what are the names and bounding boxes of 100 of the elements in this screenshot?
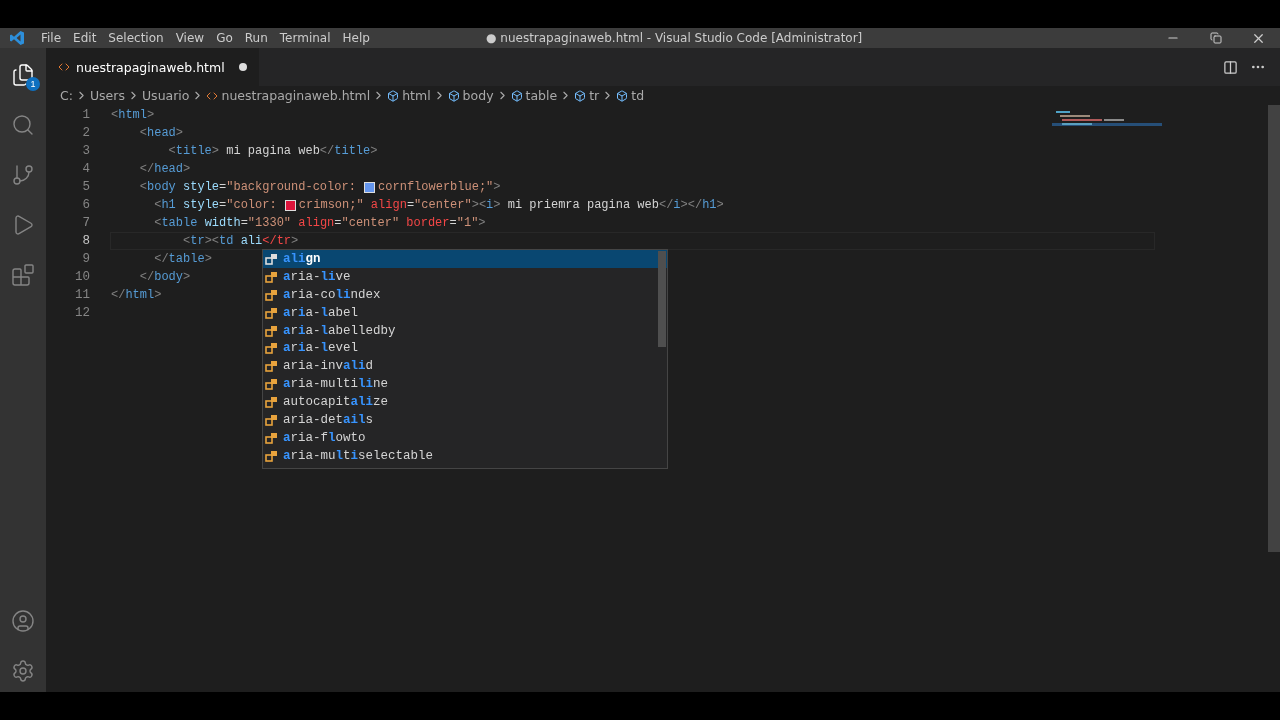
source-control-button[interactable]	[10, 162, 36, 188]
code-token: </	[138, 269, 155, 286]
menu-item[interactable]: Go	[210, 31, 239, 45]
app-logo-icon	[9, 30, 25, 46]
breadcrumb[interactable]: body	[447, 88, 494, 103]
suggestion-item[interactable]: aria-invalid	[263, 357, 667, 376]
tab-label: nuestrapaginaweb.html	[76, 59, 225, 75]
extensions-button[interactable]	[10, 262, 36, 288]
code-token: </	[319, 143, 335, 160]
menu-item[interactable]: View	[169, 31, 211, 45]
code-token: =	[334, 215, 342, 232]
color-swatch[interactable]	[364, 181, 376, 193]
scrollbar[interactable]	[658, 251, 666, 347]
menu-item[interactable]: Terminal	[273, 31, 337, 45]
split-editor-button[interactable]	[1223, 59, 1238, 75]
code-token: title	[334, 143, 371, 160]
property-icon	[265, 448, 279, 463]
line-number: 10	[74, 269, 90, 286]
property-icon	[265, 395, 279, 410]
code-token: crimson;"	[298, 197, 364, 214]
menu-item[interactable]: File	[35, 31, 68, 45]
code-token: >	[147, 107, 155, 124]
code-token: "background-color:	[226, 179, 357, 196]
code-token: ><	[471, 197, 487, 214]
code-token: >	[183, 269, 191, 286]
color-swatch[interactable]	[284, 199, 296, 211]
code-token: h1	[702, 197, 717, 214]
code-token: "1"	[456, 215, 479, 232]
code-token: head	[154, 161, 184, 178]
property-icon	[265, 269, 279, 284]
code-token: table	[168, 251, 205, 268]
property-icon	[265, 287, 279, 302]
line-number: 3	[81, 143, 90, 160]
property-icon	[265, 359, 279, 374]
editor-tab[interactable]: nuestrapaginaweb.html	[46, 48, 259, 86]
code-token: mi priemra pagina web	[506, 197, 659, 214]
code-token: >	[478, 215, 486, 232]
cube-icon	[447, 89, 460, 102]
code-token: =	[240, 215, 248, 232]
menu-item[interactable]: Help	[336, 31, 376, 45]
line-number: 1	[81, 107, 90, 124]
code-token: <	[153, 215, 162, 232]
line-number: 11	[74, 287, 90, 304]
code-token: <	[153, 197, 162, 214]
breadcrumb[interactable]: nuestrapaginaweb.html	[206, 88, 371, 103]
suggestion-item[interactable]: aria-level	[263, 339, 667, 358]
cube-icon	[574, 89, 587, 102]
code-token: ></	[680, 197, 703, 214]
code-token: >	[154, 287, 162, 304]
line-number: 4	[81, 161, 90, 178]
property-icon	[265, 377, 279, 392]
code-token: style	[182, 197, 220, 214]
account-button[interactable]	[10, 608, 36, 634]
suggestion-item[interactable]: aria-flowto	[263, 428, 667, 447]
suggestion-item[interactable]: aria-labelledby	[263, 321, 667, 340]
suggestion-item[interactable]: aria-label	[263, 303, 667, 322]
scrollbar[interactable]	[1268, 105, 1280, 552]
code-token: table	[161, 215, 198, 232]
code-token: >	[183, 161, 191, 178]
split-icon	[1223, 59, 1238, 75]
breadcrumb[interactable]: table	[510, 88, 558, 103]
property-icon	[265, 430, 279, 445]
settings-button[interactable]	[10, 658, 36, 684]
suggestion-item[interactable]: autocapitalize	[263, 393, 667, 411]
code-token: =	[219, 197, 227, 214]
code-token: </	[153, 251, 169, 268]
code-token: cornflowerblue;"	[378, 179, 494, 196]
menu-item[interactable]: Selection	[102, 31, 170, 45]
code-token: >	[493, 179, 501, 196]
code-token: border	[405, 215, 450, 232]
property-icon	[265, 305, 279, 320]
code-token: =	[406, 197, 415, 214]
suggestion-item[interactable]: aria-details	[263, 411, 667, 429]
breadcrumb[interactable]: Usuario	[141, 88, 190, 103]
suggestion-item[interactable]: align	[263, 250, 667, 268]
line-number: 7	[81, 215, 90, 232]
code-token: align	[369, 197, 407, 214]
code-token: <	[182, 233, 191, 250]
breadcrumb[interactable]: Users	[89, 88, 125, 103]
code-token: mi pagina web	[225, 143, 320, 160]
suggestion-item[interactable]: aria-live	[263, 267, 667, 286]
breadcrumb[interactable]: tr	[574, 88, 600, 103]
breadcrumb[interactable]: C:	[60, 88, 73, 103]
breadcrumb[interactable]: td	[616, 88, 645, 103]
line-number: 6	[81, 197, 90, 214]
restore-icon	[1209, 32, 1222, 44]
suggestion-item[interactable]: aria-multiselectable	[263, 446, 667, 465]
code-token: >	[370, 143, 378, 160]
code-token: "center"	[414, 197, 472, 214]
code-token: i	[486, 197, 494, 214]
suggestion-item[interactable]: aria-colindex	[263, 285, 667, 304]
breadcrumb[interactable]: html	[387, 88, 431, 103]
code-token: </	[111, 287, 126, 304]
menu-item[interactable]: Run	[238, 31, 274, 45]
explorer-button[interactable]: 1	[10, 62, 36, 88]
code-token: td	[219, 233, 234, 250]
suggestion-item[interactable]: aria-multiline	[263, 375, 667, 394]
code-token: align	[297, 215, 335, 232]
menu-item[interactable]: Edit	[67, 31, 103, 45]
line-number: 9	[81, 251, 90, 268]
